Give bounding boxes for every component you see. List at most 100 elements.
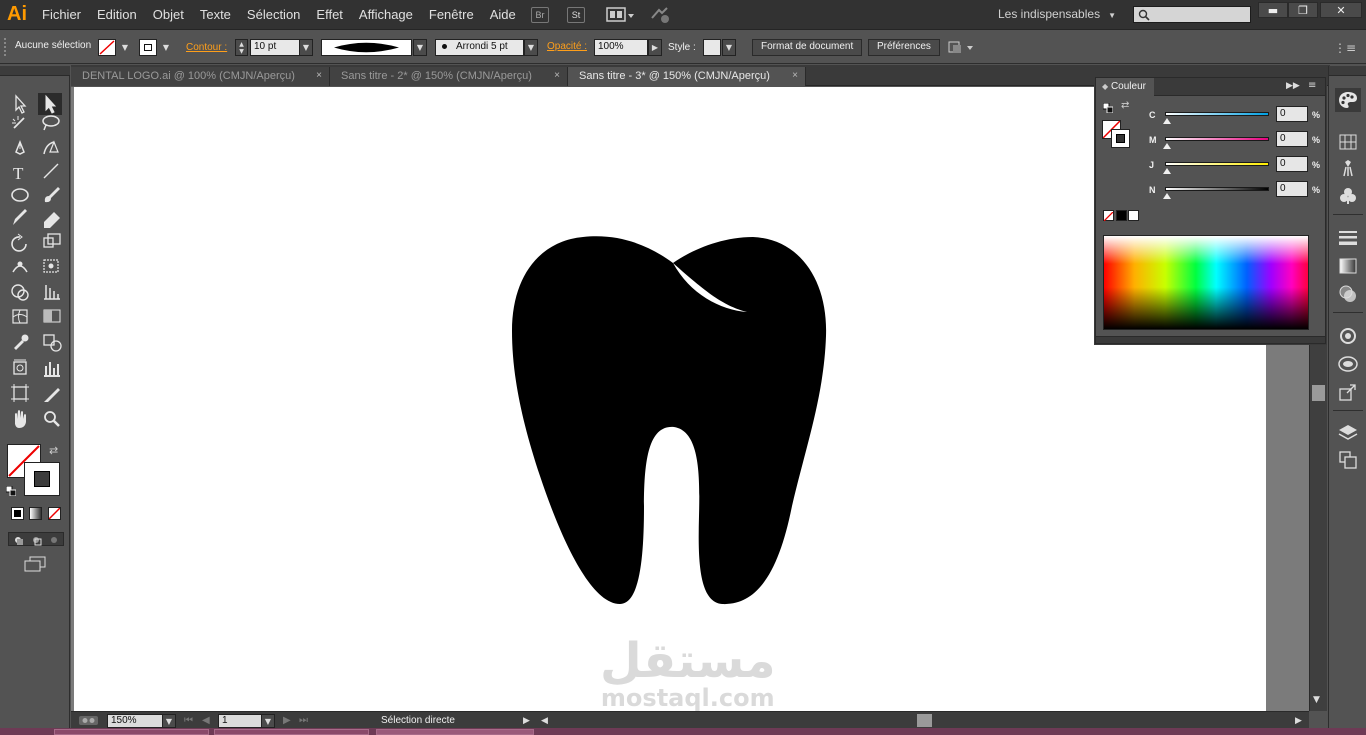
taskbar-item[interactable] bbox=[376, 729, 534, 735]
close-tab-icon[interactable]: × bbox=[792, 70, 798, 81]
swap-fill-stroke-icon[interactable]: ⇄ bbox=[49, 444, 58, 457]
default-colors-icon[interactable] bbox=[5, 485, 17, 497]
document-setup-button[interactable]: Format de document bbox=[752, 39, 863, 56]
style-dropdown[interactable]: ▼ bbox=[722, 39, 736, 56]
menu-selection[interactable]: Sélection bbox=[239, 0, 308, 30]
none-swatch[interactable] bbox=[1103, 210, 1114, 222]
none-mode-button[interactable] bbox=[48, 507, 61, 520]
tab-sans-titre-3[interactable]: Sans titre - 3* @ 150% (CMJN/Aperçu) × bbox=[568, 67, 806, 86]
black-slider[interactable] bbox=[1165, 187, 1269, 191]
stroke-weight-dropdown[interactable]: ▼ bbox=[299, 39, 313, 56]
status-menu-icon[interactable]: ▶ bbox=[523, 715, 530, 726]
stroke-dropdown[interactable]: ▼ bbox=[159, 39, 173, 56]
horizontal-scroll-thumb[interactable] bbox=[917, 714, 932, 727]
magenta-slider[interactable] bbox=[1165, 137, 1269, 141]
grip-handle[interactable] bbox=[4, 38, 7, 56]
stroke-label[interactable]: Contour : bbox=[186, 42, 227, 53]
menu-effet[interactable]: Effet bbox=[308, 0, 351, 30]
zoom-dropdown[interactable]: ▼ bbox=[162, 714, 176, 728]
color-mode-button[interactable] bbox=[11, 507, 24, 520]
color-spectrum[interactable] bbox=[1103, 235, 1309, 330]
menu-fenetre[interactable]: Fenêtre bbox=[421, 0, 482, 30]
yellow-value[interactable]: 0 bbox=[1276, 156, 1308, 172]
stroke-panel-icon[interactable] bbox=[1335, 226, 1361, 250]
menu-objet[interactable]: Objet bbox=[145, 0, 192, 30]
taskbar-item[interactable] bbox=[54, 729, 209, 735]
menu-texte[interactable]: Texte bbox=[192, 0, 239, 30]
magenta-slider-thumb[interactable] bbox=[1163, 143, 1171, 149]
tab-dental-logo[interactable]: DENTAL LOGO.ai @ 100% (CMJN/Aperçu) × bbox=[71, 67, 330, 86]
taskbar-item[interactable] bbox=[214, 729, 369, 735]
panel-stroke-box[interactable] bbox=[1111, 129, 1130, 148]
black-swatch[interactable] bbox=[1116, 210, 1127, 221]
close-button[interactable]: ✕ bbox=[1320, 2, 1362, 18]
scroll-down-icon[interactable]: ▼ bbox=[1313, 695, 1320, 705]
panel-resize-grip[interactable] bbox=[1096, 336, 1325, 343]
black-value[interactable]: 0 bbox=[1276, 181, 1308, 197]
stroke-swatch[interactable] bbox=[139, 39, 157, 56]
profile-dropdown[interactable]: ▼ bbox=[413, 39, 427, 56]
fill-swatch[interactable] bbox=[98, 39, 116, 56]
sync-settings-icon[interactable] bbox=[650, 6, 672, 27]
swap-colors-icon[interactable]: ⇄ bbox=[1121, 100, 1129, 111]
dock-header[interactable] bbox=[1329, 66, 1366, 76]
transparency-icon[interactable] bbox=[1335, 282, 1361, 306]
variable-width-profile[interactable] bbox=[321, 39, 412, 56]
tab-sans-titre-2[interactable]: Sans titre - 2* @ 150% (CMJN/Aperçu) × bbox=[330, 67, 568, 86]
black-slider-thumb[interactable] bbox=[1163, 193, 1171, 199]
arrange-icon[interactable] bbox=[947, 40, 977, 59]
gradient-panel-icon[interactable] bbox=[1335, 254, 1361, 278]
graphic-style-swatch[interactable] bbox=[703, 39, 721, 56]
white-swatch[interactable] bbox=[1128, 210, 1139, 221]
screen-mode-icon[interactable] bbox=[24, 556, 46, 575]
gradient-mode-button[interactable] bbox=[29, 507, 42, 520]
symbols-icon[interactable] bbox=[1335, 184, 1361, 208]
cyan-slider[interactable] bbox=[1165, 112, 1269, 116]
preferences-button[interactable]: Préférences bbox=[868, 39, 940, 56]
default-fill-stroke-icon[interactable] bbox=[1102, 102, 1114, 116]
last-artboard-icon[interactable]: ⏭ bbox=[299, 715, 308, 726]
yellow-slider[interactable] bbox=[1165, 162, 1269, 166]
stroke-weight-stepper[interactable]: ▲ ▼ bbox=[235, 39, 248, 56]
menu-aide[interactable]: Aide bbox=[482, 0, 524, 30]
swatches-icon[interactable] bbox=[1335, 130, 1361, 154]
cyan-slider-thumb[interactable] bbox=[1163, 118, 1171, 124]
restore-button[interactable]: ❐ bbox=[1288, 2, 1318, 18]
yellow-slider-thumb[interactable] bbox=[1163, 168, 1171, 174]
artboards-icon[interactable] bbox=[1335, 448, 1361, 472]
vertical-scroll-thumb[interactable] bbox=[1312, 385, 1325, 401]
opacity-field[interactable]: 100% bbox=[594, 39, 648, 56]
zoom-field[interactable]: 150% bbox=[107, 714, 163, 728]
arrange-documents-icon[interactable] bbox=[606, 6, 636, 27]
search-input[interactable] bbox=[1133, 6, 1251, 23]
prev-artboard-icon[interactable]: ◀ bbox=[202, 715, 210, 726]
scroll-right-icon[interactable]: ▶ bbox=[1295, 715, 1302, 726]
appearance-icon[interactable] bbox=[1335, 324, 1361, 348]
stock-button[interactable]: St bbox=[567, 7, 585, 23]
cyan-value[interactable]: 0 bbox=[1276, 106, 1308, 122]
brushes-icon[interactable] bbox=[1335, 156, 1361, 180]
graphic-styles-icon[interactable] bbox=[1335, 352, 1361, 376]
color-panel-icon[interactable] bbox=[1335, 88, 1361, 112]
panel-menu-icon[interactable]: ⋮≡ bbox=[1334, 41, 1356, 55]
artboard-number-field[interactable]: 1 bbox=[218, 714, 262, 728]
stroke-weight-field[interactable]: 10 pt bbox=[250, 39, 300, 56]
menu-edition[interactable]: Edition bbox=[89, 0, 145, 30]
color-panel-tab[interactable]: ◆ Couleur bbox=[1096, 78, 1154, 96]
menu-affichage[interactable]: Affichage bbox=[351, 0, 421, 30]
layers-icon[interactable] bbox=[1335, 420, 1361, 444]
drawing-modes[interactable] bbox=[8, 532, 64, 546]
stroke-color-box[interactable] bbox=[24, 462, 60, 496]
panel-options-icon[interactable]: ≡ bbox=[1308, 80, 1316, 91]
close-tab-icon[interactable]: × bbox=[554, 70, 560, 81]
tools-panel-header[interactable] bbox=[0, 66, 70, 76]
menu-fichier[interactable]: Fichier bbox=[34, 0, 89, 30]
fill-dropdown[interactable]: ▼ bbox=[118, 39, 132, 56]
bridge-button[interactable]: Br bbox=[531, 7, 549, 23]
color-panel-header[interactable]: ◆ Couleur ▶▶ ≡ bbox=[1096, 78, 1325, 96]
artboard-dropdown[interactable]: ▼ bbox=[261, 714, 275, 728]
export-asset-icon[interactable] bbox=[1335, 380, 1361, 404]
brush-dropdown[interactable]: ▼ bbox=[524, 39, 538, 56]
artboard[interactable]: مستقل mostaql.com bbox=[74, 87, 1266, 711]
opacity-label[interactable]: Opacité : bbox=[547, 41, 587, 52]
